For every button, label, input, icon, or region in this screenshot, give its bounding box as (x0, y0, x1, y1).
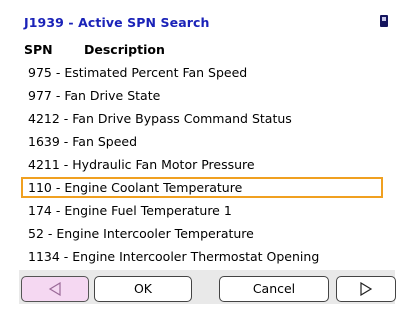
cancel-button[interactable]: Cancel (219, 276, 329, 302)
button-bar: OK Cancel (19, 270, 396, 304)
list-item[interactable]: 174 - Engine Fuel Temperature 1 (21, 200, 383, 221)
list-item[interactable]: 1639 - Fan Speed (21, 131, 383, 152)
device-icon (380, 15, 388, 27)
triangle-left-icon (48, 282, 61, 296)
screen: J1939 - Active SPN Search SPN Descriptio… (19, 6, 396, 304)
title-bar: J1939 - Active SPN Search (24, 15, 390, 31)
list-item[interactable]: 977 - Fan Drive State (21, 85, 383, 106)
triangle-right-icon (360, 282, 373, 296)
next-button[interactable] (336, 276, 396, 302)
page-title: J1939 - Active SPN Search (24, 15, 210, 30)
list-item[interactable]: 975 - Estimated Percent Fan Speed (21, 62, 383, 83)
list-item[interactable]: 110 - Engine Coolant Temperature (21, 177, 383, 198)
column-header-spn: SPN (24, 42, 53, 57)
previous-button[interactable] (21, 276, 89, 302)
spn-list: 975 - Estimated Percent Fan Speed 977 - … (21, 62, 393, 270)
list-item[interactable]: 1134 - Engine Intercooler Thermostat Ope… (21, 246, 383, 267)
column-header-row: SPN Description (24, 42, 390, 58)
list-item[interactable]: 4211 - Hydraulic Fan Motor Pressure (21, 154, 383, 175)
column-header-description: Description (84, 42, 165, 57)
list-item[interactable]: 52 - Engine Intercooler Temperature (21, 223, 383, 244)
ok-button[interactable]: OK (94, 276, 192, 302)
list-item[interactable]: 4212 - Fan Drive Bypass Command Status (21, 108, 383, 129)
